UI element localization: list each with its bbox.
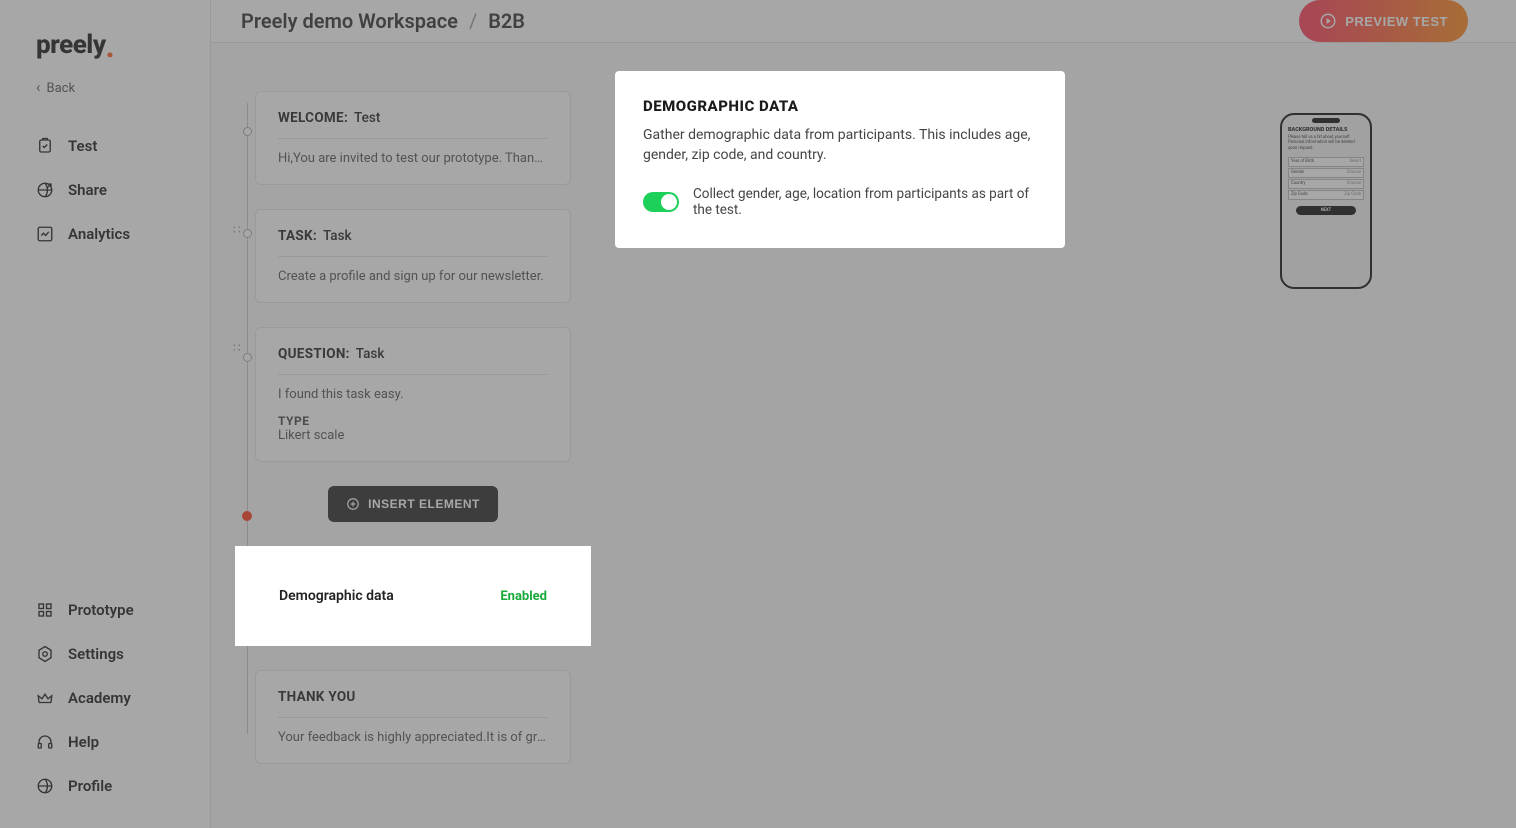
toggle-label: Collect gender, age, location from parti… [693,186,1037,218]
collect-data-toggle[interactable] [643,192,679,212]
highlight-demographic-wrap: Demographic data Enabled [235,546,591,646]
demo-status: Enabled [500,589,547,604]
toggle-row: Collect gender, age, location from parti… [643,186,1037,218]
detail-description: Gather demographic data from participant… [643,125,1037,166]
card-demographic[interactable]: Demographic data Enabled [255,564,571,628]
app-root: preely. Back Test Share Analytics Protot… [0,0,1516,828]
demographic-detail-panel: DEMOGRAPHIC DATA Gather demographic data… [615,71,1065,248]
demo-name: Demographic data [279,588,394,604]
detail-heading: DEMOGRAPHIC DATA [643,97,1037,115]
